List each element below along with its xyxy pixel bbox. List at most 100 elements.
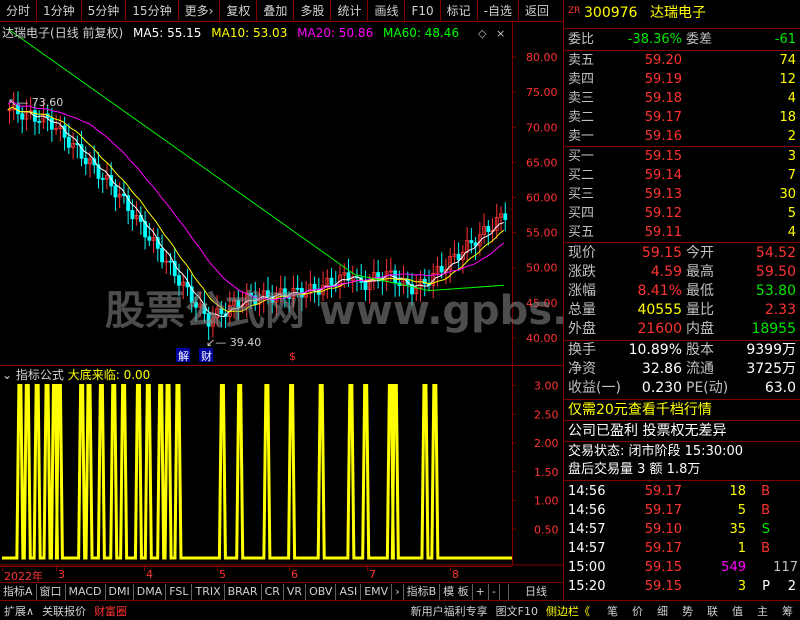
buy-level-1: 买一 59.15 3 bbox=[568, 149, 796, 164]
indicator-tab-11[interactable]: ASI bbox=[336, 583, 362, 600]
indicator-tab-2[interactable]: MACD bbox=[66, 583, 106, 600]
stats-row-0: 现价 59.15 今开 54.52 bbox=[568, 245, 796, 261]
indicator-y-tick: 2.00 bbox=[534, 437, 559, 450]
toolbar-button-5[interactable]: 复权 bbox=[220, 0, 256, 21]
ma60-line bbox=[7, 28, 504, 291]
y-tick-label: 65.00 bbox=[526, 156, 558, 169]
indicator-tabs: 指标A 窗口 MACD DMI DMA FSL TRIX BRAR CR VR OBV ASI EMV ›… bbox=[0, 582, 563, 600]
indicator-tab-4[interactable]: DMA bbox=[134, 583, 167, 600]
buy-level-4: 买四 59.12 5 bbox=[568, 206, 796, 221]
indicator-tab-6[interactable]: TRIX bbox=[192, 583, 225, 600]
footer-item-13[interactable]: 筹 bbox=[775, 603, 800, 619]
toolbar-button-8[interactable]: 统计 bbox=[331, 0, 367, 21]
indicator-tab-10[interactable]: OBV bbox=[306, 583, 337, 600]
candle-body bbox=[20, 113, 25, 120]
candle-body bbox=[49, 117, 54, 130]
toolbar-button-6[interactable]: 叠加 bbox=[257, 0, 293, 21]
footer-item-12[interactable]: 主 bbox=[750, 603, 775, 619]
indicator-tab-14[interactable]: 指标B bbox=[404, 583, 441, 600]
toolbar-button-1[interactable]: 1分钟 bbox=[37, 0, 81, 21]
candle-body bbox=[503, 213, 508, 221]
x-axis-label: 3 bbox=[58, 568, 65, 581]
indicator-tab-1[interactable]: 窗口 bbox=[37, 583, 66, 600]
toolbar-button-7[interactable]: 多股 bbox=[294, 0, 330, 21]
stats2-row-0: 换手 10.89% 股本 9399万 bbox=[568, 342, 796, 358]
toolbar-button-11[interactable]: 标记 bbox=[441, 0, 477, 21]
candle-body bbox=[83, 157, 88, 165]
candle-body bbox=[456, 253, 461, 261]
footer-item-11[interactable]: 值 bbox=[725, 603, 750, 619]
ma5-label: MA5: 55.15 bbox=[133, 26, 202, 40]
toolbar-button-12[interactable]: -自选 bbox=[478, 0, 518, 21]
stock-name: 达瑞电子 bbox=[650, 5, 706, 21]
footer-item-9[interactable]: 势 bbox=[675, 603, 700, 619]
footer-item-8[interactable]: 细 bbox=[650, 603, 675, 619]
y-tick-label: 80.00 bbox=[526, 51, 558, 64]
toolbar-button-3[interactable]: 15分钟 bbox=[126, 0, 177, 21]
stats-row-3: 总量 40555 量比 2.33 bbox=[568, 302, 796, 318]
sell-level-5: 卖一 59.16 2 bbox=[568, 129, 796, 144]
indicator-tab-16[interactable]: + bbox=[473, 583, 489, 600]
ma20-label: MA20: 50.86 bbox=[297, 26, 374, 40]
zr-badge: ZR bbox=[568, 6, 581, 16]
indicator-tab-8[interactable]: CR bbox=[262, 583, 284, 600]
stats-row-4: 外盘 21600 内盘 18955 bbox=[568, 321, 796, 337]
indicator-tab-5[interactable]: FSL bbox=[166, 583, 193, 600]
indicator-y-tick: 3.00 bbox=[534, 380, 559, 393]
indicator-y-tick: 1.00 bbox=[534, 495, 559, 508]
toolbar-button-13[interactable]: 返回 bbox=[519, 0, 555, 21]
indicator-signal: 大底来临: 0.00 bbox=[67, 368, 151, 382]
stats-row-1: 涨跌 4.59 最高 59.50 bbox=[568, 264, 796, 280]
toolbar-button-10[interactable]: F10 bbox=[405, 0, 439, 21]
sell-level-3: 卖三 59.18 4 bbox=[568, 91, 796, 106]
promo-row[interactable]: 仅需20元查看千档行情 bbox=[564, 401, 800, 420]
indicator-tab-0[interactable]: 指标A bbox=[0, 583, 37, 600]
indicator-tab-3[interactable]: DMI bbox=[106, 583, 134, 600]
indicator-tab-18[interactable]: 日线 bbox=[508, 583, 563, 600]
x-axis-label: 2022年 bbox=[4, 570, 43, 583]
toolbar-button-2[interactable]: 5分钟 bbox=[82, 0, 126, 21]
x-axis: 2022年 3 4 5 6 7 8 bbox=[0, 566, 512, 583]
watermark: 股票公式网 www.gpbs.cn bbox=[105, 288, 563, 334]
indicator-tab-15[interactable]: 模 板 bbox=[440, 583, 473, 600]
chart-toolbar: 分时 1分钟 5分钟 15分钟 更多› 复权 叠加 多股 统计 画线 F10 标记 -自选 返回 bbox=[0, 0, 563, 22]
buy-level-3: 买三 59.13 30 bbox=[568, 187, 796, 202]
quote-header: ZR 300976 达瑞电子 bbox=[564, 4, 800, 23]
y-tick-label: 70.00 bbox=[526, 121, 558, 134]
toolbar-button-4[interactable]: 更多› bbox=[179, 0, 220, 21]
indicator-title: ⌄ 指标公式 大底来临: 0.00 bbox=[2, 366, 150, 383]
toolbar-button-9[interactable]: 画线 bbox=[368, 0, 404, 21]
buy-level-2: 买二 59.14 7 bbox=[568, 168, 796, 183]
chart-title-bar: 达瑞电子(日线 前复权) MA5: 55.15 MA10: 53.03 MA20… bbox=[2, 24, 465, 41]
stock-name-label: 达瑞电子 bbox=[2, 26, 51, 40]
low-annotation: ↙— 39.40 bbox=[206, 336, 261, 349]
indicator-tab-9[interactable]: VR bbox=[284, 583, 307, 600]
y-tick-label: 60.00 bbox=[526, 192, 558, 205]
indicator-tab-7[interactable]: BRAR bbox=[225, 583, 262, 600]
y-tick-label: 50.00 bbox=[526, 262, 558, 275]
footer-item-0[interactable]: 扩展∧ bbox=[0, 603, 38, 619]
toolbar-button-0[interactable]: 分时 bbox=[0, 0, 36, 21]
footer-item-6[interactable]: 笔 bbox=[600, 603, 625, 619]
indicator-chart[interactable]: 3.00 2.50 2.00 1.50 1.00 0.50 bbox=[0, 366, 563, 566]
footer-item-10[interactable]: 联 bbox=[700, 603, 725, 619]
tick-row: 14:56 59.17 18 B bbox=[568, 484, 770, 499]
candle-body bbox=[37, 120, 42, 123]
footer-item-4[interactable]: 图文F10 bbox=[492, 603, 542, 619]
kline-chart[interactable]: 80.0075.0070.0065.0060.0055.0050.0045.00… bbox=[0, 22, 563, 366]
candle-body bbox=[160, 247, 164, 263]
footer-item-7[interactable]: 价 bbox=[625, 603, 650, 619]
footer-item-5[interactable]: 侧边栏《 bbox=[542, 603, 594, 619]
footer-item-2[interactable]: 财富圈 bbox=[90, 603, 131, 619]
x-axis-label: 4 bbox=[146, 568, 153, 581]
footer-item-1[interactable]: 关联报价 bbox=[38, 603, 90, 619]
sell-level-2: 卖四 59.19 12 bbox=[568, 72, 796, 87]
stock-code: 300976 bbox=[584, 5, 638, 21]
indicator-tab-17[interactable]: - bbox=[489, 583, 500, 600]
indicator-tab-12[interactable]: EMV bbox=[361, 583, 393, 600]
footer-item-3[interactable]: 新用户福利专享 bbox=[407, 603, 492, 619]
tick-row: 14:57 59.17 1 B bbox=[568, 541, 770, 556]
trade-status: 交易状态: 闭市阶段 15:30:00 bbox=[568, 444, 744, 459]
indicator-tab-13[interactable]: › bbox=[392, 583, 404, 600]
indicator-collapse-icon[interactable]: ⌄ bbox=[2, 368, 12, 382]
